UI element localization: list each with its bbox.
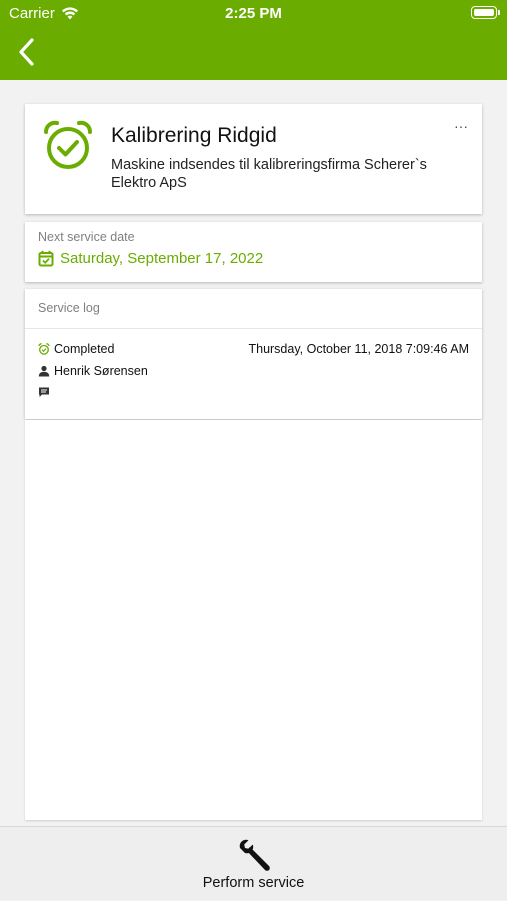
bottom-toolbar: Perform service: [0, 826, 507, 900]
clock: 2:25 PM: [225, 5, 282, 22]
task-card: Kalibrering Ridgid Maskine indsendes til…: [25, 104, 482, 214]
person-icon: [38, 365, 50, 377]
log-status-text: Completed: [54, 342, 115, 356]
calendar-check-icon: [38, 250, 54, 267]
next-service-card: Next service date Saturday, September 17…: [25, 222, 482, 282]
log-date: Thursday, October 11, 2018 7:09:46 AM: [248, 342, 469, 356]
next-service-date-text: Saturday, September 17, 2022: [60, 250, 264, 267]
service-log-card: Service log Completed Thursday, October …: [25, 289, 482, 419]
app-header: Carrier 2:25 PM: [0, 0, 507, 80]
wrench-icon: [239, 839, 270, 871]
empty-content-area: [25, 420, 482, 820]
alarm-clock-check-icon: [44, 120, 92, 169]
more-options-button[interactable]: ···: [454, 118, 468, 134]
log-comment: [38, 386, 469, 398]
service-log-header: Service log: [25, 289, 482, 329]
perform-service-label: Perform service: [202, 875, 305, 891]
comment-icon: [39, 387, 49, 397]
service-log-title: Service log: [38, 301, 100, 315]
chevron-left-icon: [19, 38, 34, 66]
log-user-name: Henrik Sørensen: [54, 364, 148, 378]
battery-icon: [471, 6, 500, 19]
task-description: Maskine indsendes til kalibreringsfirma …: [111, 157, 427, 191]
next-service-date: Saturday, September 17, 2022: [38, 250, 263, 267]
alarm-clock-icon: [38, 343, 50, 355]
task-title: Kalibrering Ridgid: [111, 124, 277, 147]
back-button[interactable]: [10, 36, 42, 68]
next-service-label: Next service date: [38, 230, 135, 244]
perform-service-button[interactable]: Perform service: [0, 827, 507, 901]
status-bar: Carrier 2:25 PM: [0, 0, 507, 28]
log-user: Henrik Sørensen: [38, 364, 469, 378]
